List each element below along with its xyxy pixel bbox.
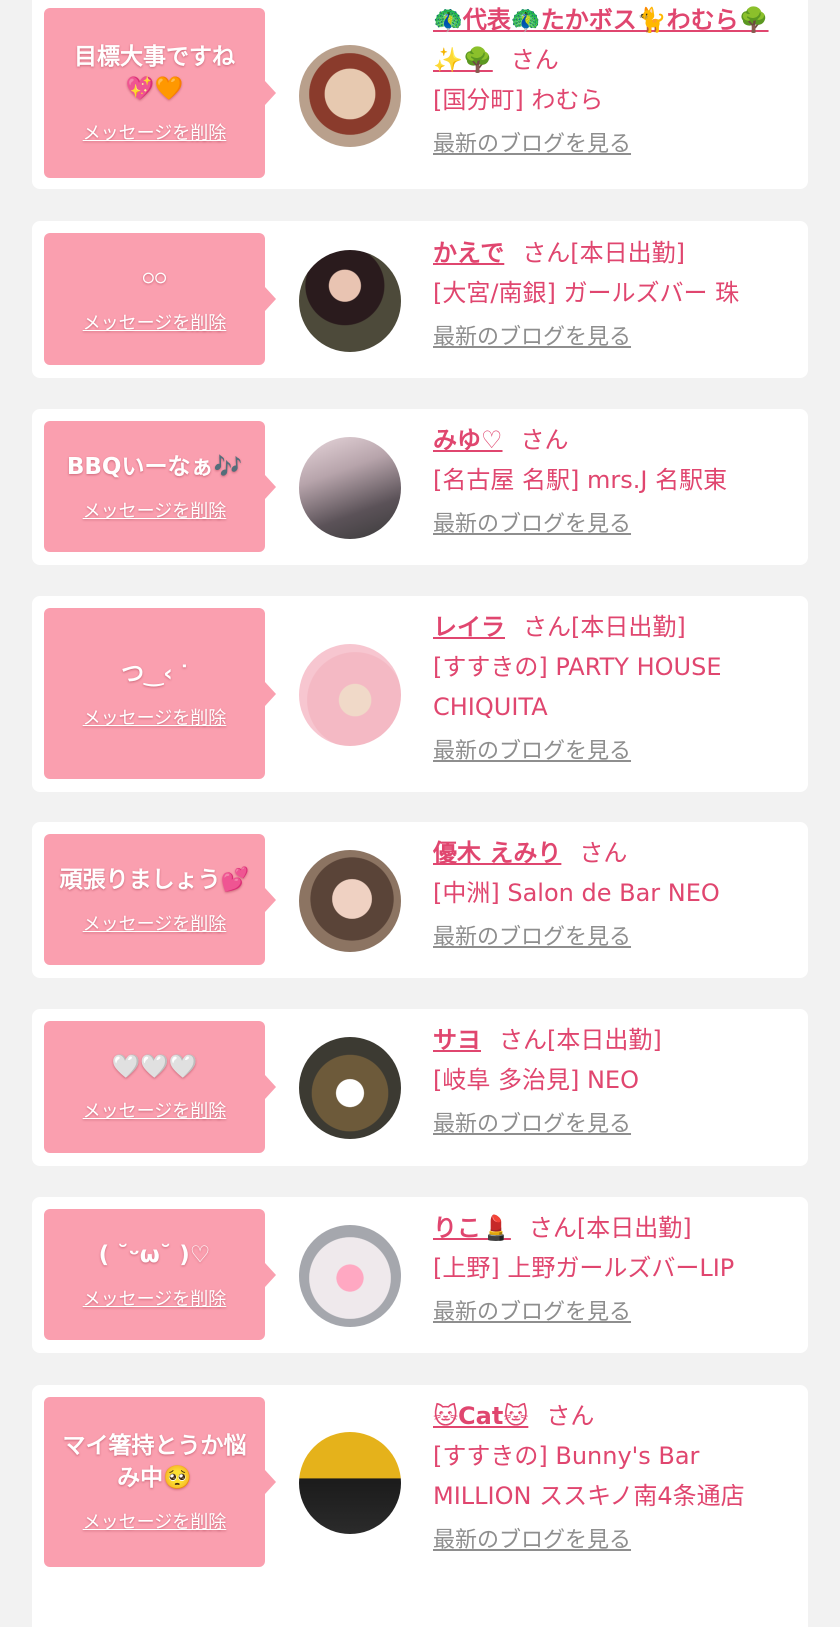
cast-name-link[interactable]: みゆ♡ xyxy=(433,426,503,454)
cast-avatar[interactable] xyxy=(299,1225,401,1327)
message-bubble: ( ˘ᵕω˘ )♡ メッセージを削除 xyxy=(44,1209,276,1340)
cast-info: 優木 えみり さん [中洲] Salon de Bar NEO 最新のブログを見る xyxy=(433,833,794,955)
shop-name: [国分町] わむら xyxy=(433,86,604,114)
cast-suffix: さん[本日出勤] xyxy=(522,239,686,267)
cast-suffix: さん xyxy=(520,426,569,454)
message-bubble: 𓏸𓏸 メッセージを削除 xyxy=(44,233,276,365)
delete-message-link[interactable]: メッセージを削除 xyxy=(83,1097,227,1123)
favorites-list: 目標大事ですね 💖🧡 メッセージを削除 🦚代表🦚たかボス🐈わむら🌳✨🌳 さん [国分町]… xyxy=(0,0,840,1627)
cast-suffix: さん[本日出勤] xyxy=(499,1026,662,1054)
cast-suffix: さん xyxy=(510,46,559,74)
cast-avatar[interactable] xyxy=(299,437,401,539)
cast-name-line: 🐱Cat🐱 さん xyxy=(433,1396,794,1436)
cast-avatar[interactable] xyxy=(299,850,401,952)
delete-message-link[interactable]: メッセージを削除 xyxy=(83,497,227,523)
cast-avatar[interactable] xyxy=(299,644,401,746)
cast-suffix: さん[本日出勤] xyxy=(523,613,686,641)
message-bubble: 🤍🤍🤍 メッセージを削除 xyxy=(44,1021,276,1153)
message-text: ( ˘ᵕω˘ )♡ xyxy=(98,1241,211,1268)
shop-name: [岐阜 多治見] NEO xyxy=(433,1066,639,1094)
latest-blog-link[interactable]: 最新のブログを見る xyxy=(433,508,631,542)
message-bubble: 目標大事ですね 💖🧡 メッセージを削除 xyxy=(44,8,276,178)
cast-info: 🐱Cat🐱 さん [すすきの] Bunny's Bar MILLION ススキノ南4… xyxy=(433,1396,794,1558)
latest-blog-link[interactable]: 最新のブログを見る xyxy=(433,735,631,769)
favorite-card: 🤍🤍🤍 メッセージを削除 サヨ さん[本日出勤] [岐阜 多治見] NEO 最新のブログを… xyxy=(32,1009,808,1166)
cast-name-link[interactable]: レイラ xyxy=(433,613,505,641)
favorite-card: マイ箸持とうか悩み中🥺 メッセージを削除 🐱Cat🐱 さん [すすきの] Bunny's… xyxy=(32,1385,808,1627)
message-text: 目標大事ですね 💖🧡 xyxy=(74,44,235,102)
cast-name-link[interactable]: 🦚代表🦚たかボス🐈わむら🌳✨🌳 xyxy=(433,6,769,74)
favorite-card: 目標大事ですね 💖🧡 メッセージを削除 🦚代表🦚たかボス🐈わむら🌳✨🌳 さん [国分町]… xyxy=(32,0,808,189)
cast-name-link[interactable]: サヨ xyxy=(433,1026,481,1054)
cast-name-line: みゆ♡ さん xyxy=(433,420,794,460)
latest-blog-link[interactable]: 最新のブログを見る xyxy=(433,321,631,355)
message-bubble: つ‿‹ ᐝ メッセージを削除 xyxy=(44,608,276,779)
cast-name-line: 🦚代表🦚たかボス🐈わむら🌳✨🌳 さん xyxy=(433,0,794,80)
cast-name-line: サヨ さん[本日出勤] xyxy=(433,1020,794,1060)
latest-blog-link[interactable]: 最新のブログを見る xyxy=(433,1296,631,1330)
message-text: つ‿‹ ᐝ xyxy=(121,660,188,687)
cast-info: かえで さん[本日出勤] [大宮/南銀] ガールズバー 珠最新のブログを見る xyxy=(433,233,794,355)
cast-info: みゆ♡ さん [名古屋 名駅] mrs.J 名駅東最新のブログを見る xyxy=(433,420,794,542)
message-bubble: マイ箸持とうか悩み中🥺 メッセージを削除 xyxy=(44,1397,276,1567)
cast-name-link[interactable]: 🐱Cat🐱 xyxy=(433,1402,528,1430)
message-bubble: BBQいーなぁ🎶 メッセージを削除 xyxy=(44,421,276,552)
latest-blog-link[interactable]: 最新のブログを見る xyxy=(433,921,631,955)
delete-message-link[interactable]: メッセージを削除 xyxy=(83,309,227,335)
message-text: 𓏸𓏸 xyxy=(142,266,167,292)
message-text: BBQいーなぁ🎶 xyxy=(66,453,243,480)
favorite-card: ( ˘ᵕω˘ )♡ メッセージを削除 りこ💄 さん[本日出勤] [上野] 上野ガールズバ… xyxy=(32,1197,808,1353)
message-text: 🤍🤍🤍 xyxy=(111,1054,198,1080)
cast-avatar[interactable] xyxy=(299,1432,401,1534)
delete-message-link[interactable]: メッセージを削除 xyxy=(83,119,227,145)
shop-name: [大宮/南銀] ガールズバー 珠 xyxy=(433,279,740,307)
shop-name: [中洲] Salon de Bar NEO xyxy=(433,879,720,907)
cast-name-line: かえで さん[本日出勤] xyxy=(433,233,794,273)
cast-info: サヨ さん[本日出勤] [岐阜 多治見] NEO 最新のブログを見る xyxy=(433,1020,794,1142)
cast-info: 🦚代表🦚たかボス🐈わむら🌳✨🌳 さん [国分町] わむら最新のブログを見る xyxy=(433,0,794,162)
favorite-card: BBQいーなぁ🎶 メッセージを削除 みゆ♡ さん [名古屋 名駅] mrs.J 名駅東最… xyxy=(32,409,808,565)
favorite-card: つ‿‹ ᐝ メッセージを削除 レイラ さん[本日出勤] [すすきの] PARTY HOU… xyxy=(32,596,808,792)
cast-name-line: りこ💄 さん[本日出勤] xyxy=(433,1208,794,1248)
favorite-card: 頑張りましょう💕 メッセージを削除 優木 えみり さん [中洲] Salon de Ba… xyxy=(32,822,808,978)
latest-blog-link[interactable]: 最新のブログを見る xyxy=(433,1108,631,1142)
cast-name-link[interactable]: 優木 えみり xyxy=(433,839,561,867)
message-bubble: 頑張りましょう💕 メッセージを削除 xyxy=(44,834,276,965)
latest-blog-link[interactable]: 最新のブログを見る xyxy=(433,1524,631,1558)
cast-info: レイラ さん[本日出勤] [すすきの] PARTY HOUSE CHIQUITA 最新… xyxy=(433,607,794,769)
delete-message-link[interactable]: メッセージを削除 xyxy=(83,704,227,730)
cast-name-line: レイラ さん[本日出勤] xyxy=(433,607,794,647)
shop-name: [すすきの] Bunny's Bar MILLION ススキノ南4条通店 xyxy=(433,1442,745,1510)
favorite-card: 𓏸𓏸 メッセージを削除 かえで さん[本日出勤] [大宮/南銀] ガールズバー 珠最新の… xyxy=(32,221,808,378)
cast-suffix: さん[本日出勤] xyxy=(528,1214,692,1242)
cast-info: りこ💄 さん[本日出勤] [上野] 上野ガールズバーLIP 最新のブログを見る xyxy=(433,1208,794,1330)
cast-avatar[interactable] xyxy=(299,250,401,352)
shop-name: [すすきの] PARTY HOUSE CHIQUITA xyxy=(433,653,722,721)
delete-message-link[interactable]: メッセージを削除 xyxy=(83,910,227,936)
cast-name-link[interactable]: かえで xyxy=(433,239,504,267)
delete-message-link[interactable]: メッセージを削除 xyxy=(83,1508,227,1534)
delete-message-link[interactable]: メッセージを削除 xyxy=(83,1285,227,1311)
cast-suffix: さん xyxy=(546,1402,595,1430)
message-text: マイ箸持とうか悩み中🥺 xyxy=(62,1433,247,1491)
cast-avatar[interactable] xyxy=(299,45,401,147)
shop-name: [上野] 上野ガールズバーLIP xyxy=(433,1254,735,1282)
cast-name-link[interactable]: りこ💄 xyxy=(433,1214,511,1242)
cast-avatar[interactable] xyxy=(299,1037,401,1139)
cast-suffix: さん xyxy=(579,839,628,867)
latest-blog-link[interactable]: 最新のブログを見る xyxy=(433,128,631,162)
cast-name-line: 優木 えみり さん xyxy=(433,833,794,873)
message-text: 頑張りましょう💕 xyxy=(59,866,250,893)
shop-name: [名古屋 名駅] mrs.J 名駅東 xyxy=(433,466,728,494)
